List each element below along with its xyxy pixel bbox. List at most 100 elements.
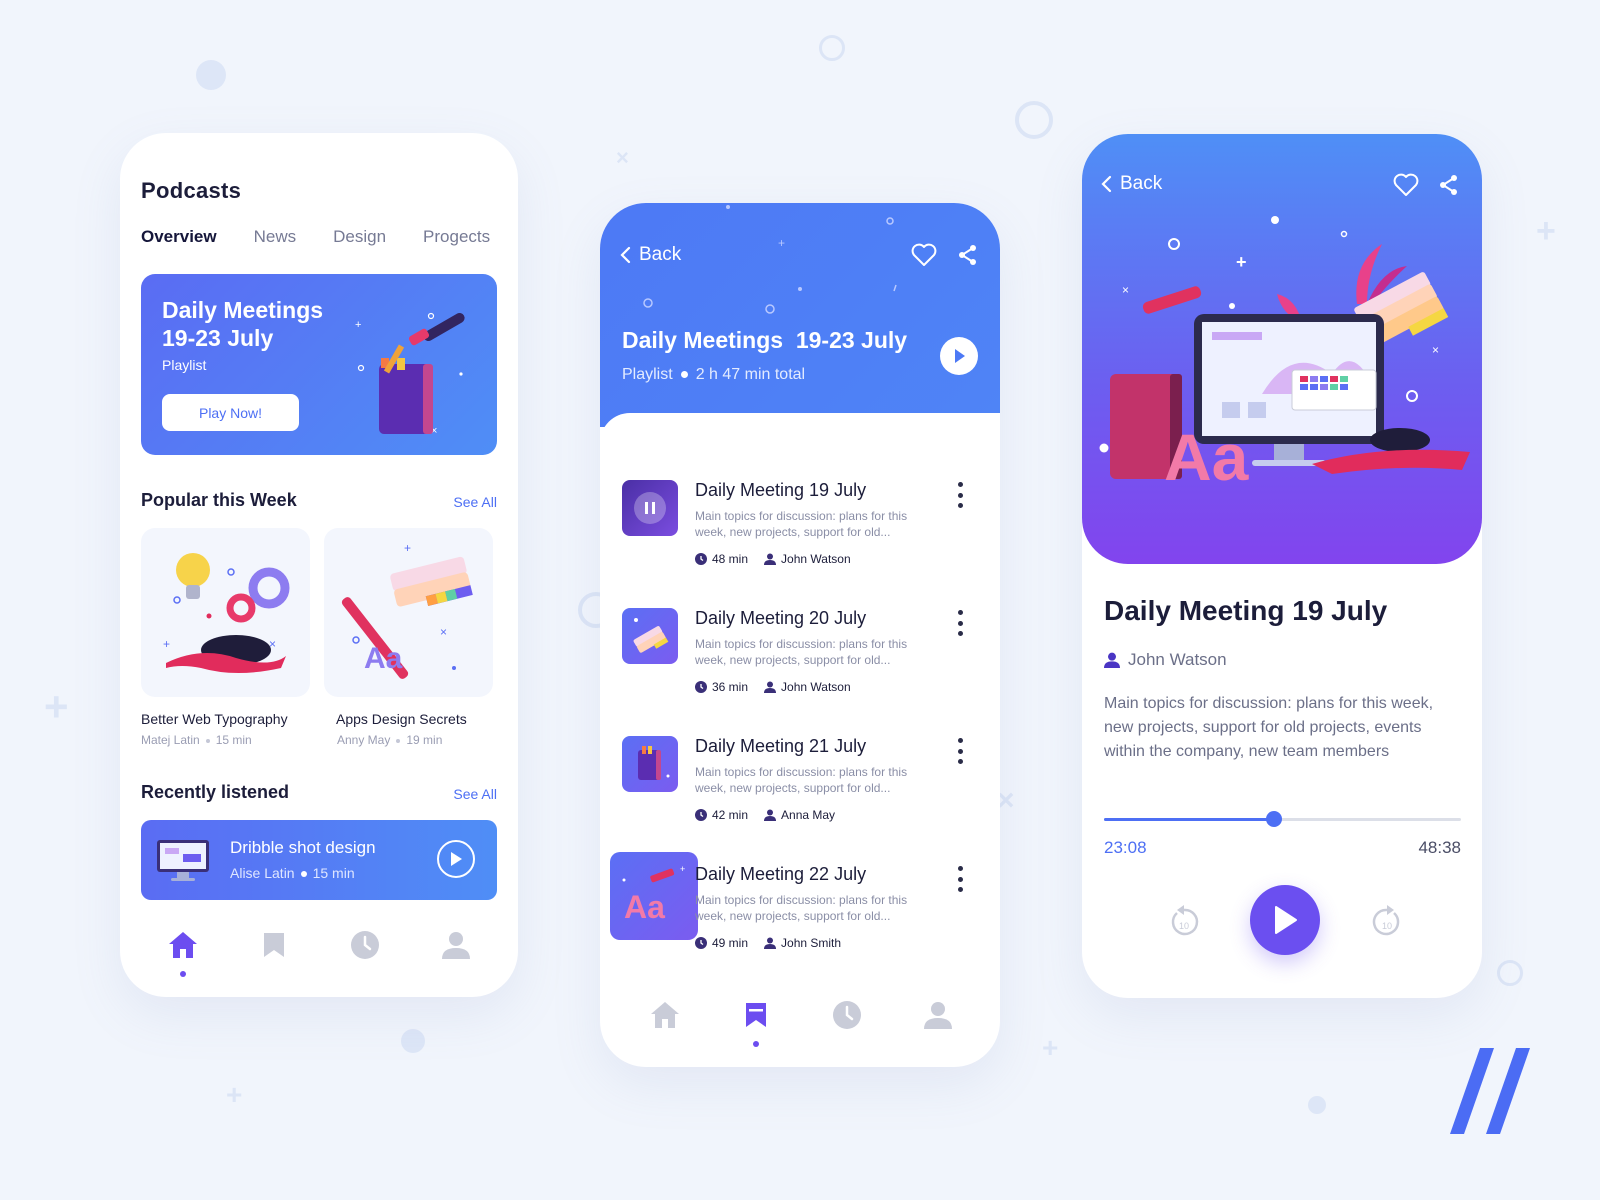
recent-play-button[interactable] xyxy=(437,840,475,878)
share-icon[interactable] xyxy=(1439,174,1459,196)
episode-thumbnail xyxy=(622,480,678,536)
recent-item-duration: 15 min xyxy=(312,865,355,881)
more-options-button[interactable] xyxy=(952,736,968,766)
player-artwork: + × × Aa Back xyxy=(1082,134,1482,564)
recent-item-title: Dribble shot design xyxy=(230,838,376,857)
forward-10-icon: 10 xyxy=(1372,905,1400,936)
user-icon xyxy=(764,809,777,821)
page-title: Podcasts xyxy=(141,178,242,203)
episode-author: John Watson xyxy=(781,680,851,694)
popular-section-title: Popular this Week xyxy=(141,490,297,510)
clock-icon xyxy=(695,937,707,949)
episode-row[interactable]: Aa + Daily Meeting 22 July Main topics fo… xyxy=(610,852,982,964)
pause-button[interactable] xyxy=(634,492,666,524)
share-icon[interactable] xyxy=(958,244,978,266)
nav-active-indicator xyxy=(753,1041,759,1047)
skip-forward-button[interactable]: 10 xyxy=(1371,904,1403,936)
svg-text:×: × xyxy=(269,637,276,651)
skip-back-button[interactable]: 10 xyxy=(1168,904,1200,936)
episode-title: Daily Meeting 22 July xyxy=(695,864,867,884)
tab-overview[interactable]: Overview xyxy=(141,227,217,247)
monitor-thumbnail xyxy=(157,840,209,881)
nav-history[interactable] xyxy=(829,997,865,1033)
nav-profile[interactable] xyxy=(920,997,956,1033)
popular-card-apps-design[interactable]: Aa + × xyxy=(324,528,493,697)
nav-bookmarks[interactable] xyxy=(256,927,292,963)
episode-description: Main topics for discussion: plans for th… xyxy=(695,893,908,923)
bottom-nav xyxy=(600,997,1000,1047)
episode-duration: 36 min xyxy=(712,680,749,694)
svg-text:×: × xyxy=(1122,283,1129,297)
play-button[interactable] xyxy=(1250,885,1320,955)
episode-thumbnail: Aa + xyxy=(610,852,698,940)
play-all-button[interactable] xyxy=(940,337,978,375)
episode-meta: 48 min John Watson xyxy=(695,552,851,566)
heart-icon[interactable] xyxy=(911,243,937,267)
recent-item-author: Alise Latin xyxy=(230,865,295,881)
heart-icon[interactable] xyxy=(1393,173,1419,197)
progress-slider[interactable] xyxy=(1104,811,1461,827)
color-swatch-pencil-illustration: Aa + × xyxy=(341,541,473,679)
brand-slashes-logo xyxy=(1450,1048,1530,1134)
episode-description: Main topics for discussion: plans for th… xyxy=(695,509,908,539)
bookmark-icon xyxy=(264,933,284,957)
svg-text:+: + xyxy=(355,319,361,331)
progress-knob[interactable] xyxy=(1265,811,1282,827)
nav-active-indicator xyxy=(180,971,186,977)
back-button[interactable]: Back xyxy=(1101,173,1162,195)
user-icon xyxy=(442,932,470,959)
playlist-total: 2 h 47 min total xyxy=(695,366,806,383)
swatch-thumbnail-icon xyxy=(633,618,669,653)
episode-row[interactable]: Daily Meeting 19 July Main topics for di… xyxy=(622,480,982,580)
play-now-button[interactable]: Play Now! xyxy=(162,394,299,431)
tab-design[interactable]: Design xyxy=(333,227,386,247)
recent-see-all-link[interactable]: See All xyxy=(453,786,497,802)
more-options-button[interactable] xyxy=(952,864,968,894)
playlist-header: + × Back Daily Meetings 19-23 July Playl… xyxy=(600,203,1000,427)
popular-item-duration: 15 min xyxy=(215,733,252,747)
decor-plus: + xyxy=(1536,212,1556,250)
play-icon xyxy=(955,349,965,363)
nav-home[interactable] xyxy=(647,997,683,1033)
popular-card-typography[interactable]: + × xyxy=(141,528,310,697)
more-options-button[interactable] xyxy=(952,480,968,510)
playlist-meta: Playlist 2 h 47 min total xyxy=(622,366,805,384)
more-options-button[interactable] xyxy=(952,608,968,638)
svg-text:+: + xyxy=(163,637,170,651)
svg-text:+: + xyxy=(680,864,685,874)
decor-plus: + xyxy=(44,683,69,730)
svg-text:Aa: Aa xyxy=(364,642,403,675)
clock-icon xyxy=(833,1001,861,1029)
decor-ring xyxy=(1015,101,1053,139)
episode-row[interactable]: Daily Meeting 20 July Main topics for di… xyxy=(622,608,982,708)
back-label: Back xyxy=(639,244,682,265)
header-curve xyxy=(600,413,1000,443)
player-screen: + × × Aa Back Daily Meeting 19 July John… xyxy=(1082,134,1482,998)
back-button[interactable]: Back xyxy=(620,244,681,266)
nav-home[interactable] xyxy=(165,927,201,963)
episode-duration: 48 min xyxy=(712,552,749,566)
decor-ring xyxy=(819,35,845,61)
popular-item-meta: Matej Latin 15 min xyxy=(141,733,252,747)
nav-bookmarks[interactable] xyxy=(738,997,774,1033)
tab-news[interactable]: News xyxy=(254,227,297,247)
playlist-subtitle: Playlist xyxy=(622,366,673,383)
episode-title: Daily Meeting 19 July xyxy=(1104,595,1388,626)
featured-playlist-card[interactable]: Daily Meetings 19-23 July Playlist Play … xyxy=(141,274,497,455)
user-icon xyxy=(764,937,777,949)
episode-description: Main topics for discussion: plans for th… xyxy=(695,765,908,795)
popular-see-all-link[interactable]: See All xyxy=(453,494,497,510)
nav-history[interactable] xyxy=(347,927,383,963)
recent-section-title: Recently listened xyxy=(141,782,290,802)
episode-description: Main topics for discussion: plans for th… xyxy=(695,637,908,667)
user-icon xyxy=(924,1002,952,1029)
recent-item-card[interactable]: Dribble shot design Alise Latin 15 min xyxy=(141,820,497,900)
nav-profile[interactable] xyxy=(438,927,474,963)
user-icon xyxy=(764,681,777,693)
episode-duration: 49 min xyxy=(712,936,749,950)
decor-ring xyxy=(1497,960,1523,986)
episode-title: Daily Meeting 19 July xyxy=(695,480,867,500)
episode-row[interactable]: Daily Meeting 21 July Main topics for di… xyxy=(622,736,982,836)
clock-icon xyxy=(351,931,379,959)
tab-progects[interactable]: Progects xyxy=(423,227,490,247)
